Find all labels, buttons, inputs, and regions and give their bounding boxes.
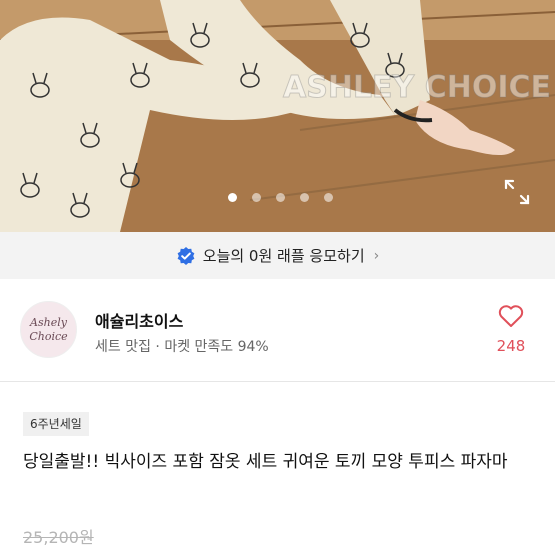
avatar-text-line2: Choice: [29, 329, 68, 343]
product-image[interactable]: ASHLEY CHOICE: [0, 0, 555, 232]
like-count: 248: [496, 337, 526, 355]
raffle-label: 오늘의 0원 래플 응모하기: [202, 247, 365, 265]
carousel-dot-3[interactable]: [276, 193, 285, 202]
heart-outline-icon[interactable]: [498, 304, 524, 328]
carousel-dot-2[interactable]: [252, 193, 261, 202]
seller-section: Ashely Choice 애슐리초이스 세트 맛집 · 마켓 만족도 94% …: [0, 279, 555, 382]
carousel-dot-5[interactable]: [324, 193, 333, 202]
sale-badge: 6주년세일: [23, 412, 89, 436]
carousel-dot-4[interactable]: [300, 193, 309, 202]
carousel-indicator: [0, 193, 555, 202]
watermark-text: ASHLEY CHOICE: [282, 70, 552, 106]
chevron-right-icon: ›: [373, 247, 380, 264]
avatar-text-line1: Ashely: [30, 315, 67, 329]
product-title: 당일출발!! 빅사이즈 포함 잠옷 세트 귀여운 토끼 모양 투피스 파자마: [23, 452, 508, 472]
verified-check-icon: [177, 246, 195, 265]
original-price: 25,200원: [23, 528, 94, 547]
carousel-dot-1[interactable]: [228, 193, 237, 202]
seller-name[interactable]: 애슐리초이스: [95, 308, 183, 332]
seller-avatar[interactable]: Ashely Choice: [20, 301, 77, 358]
raffle-banner[interactable]: 오늘의 0원 래플 응모하기 ›: [0, 232, 555, 279]
expand-icon[interactable]: [503, 178, 531, 206]
seller-subtitle: 세트 맛집 · 마켓 만족도 94%: [95, 339, 269, 355]
